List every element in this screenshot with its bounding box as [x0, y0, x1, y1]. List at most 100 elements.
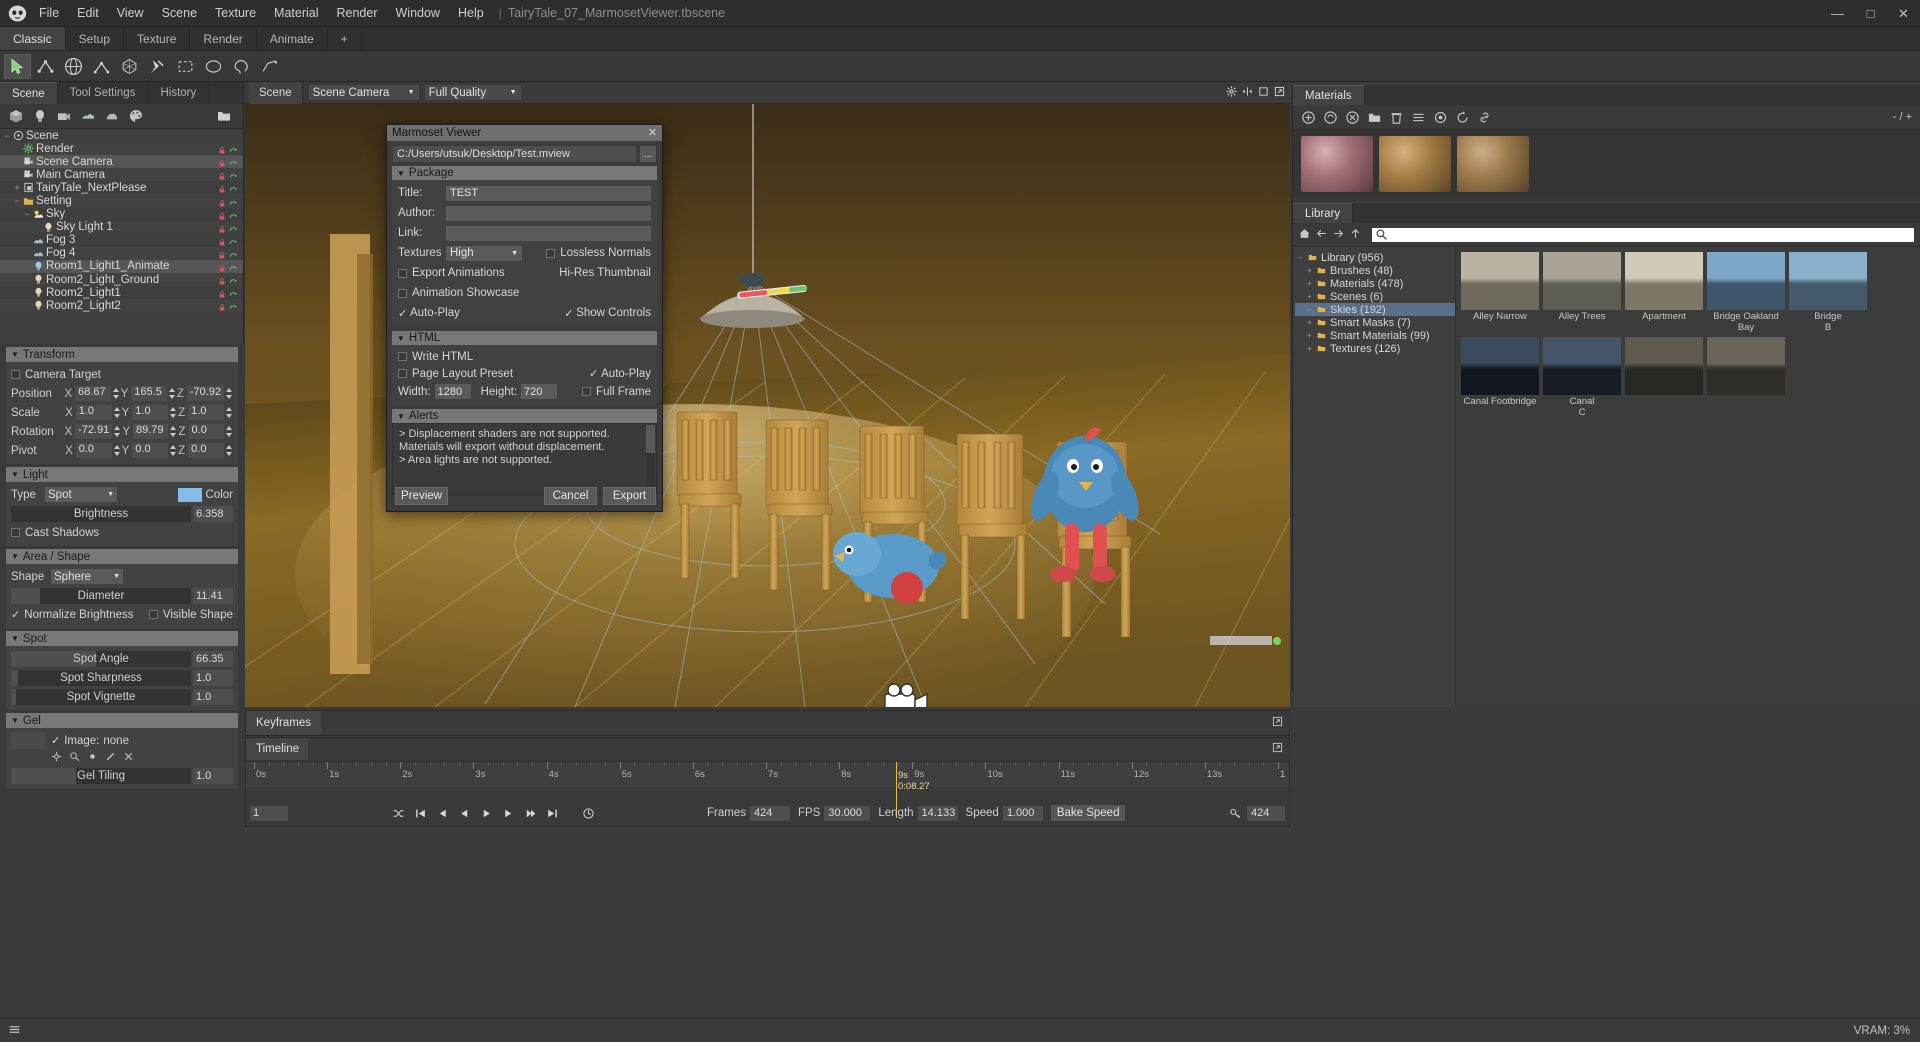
shuffle-icon[interactable] — [388, 804, 410, 822]
tab-setup[interactable]: Setup — [66, 27, 125, 50]
autoplay-checkbox[interactable]: ✓ Auto-Play — [398, 307, 460, 320]
add-mesh-icon[interactable] — [4, 105, 28, 127]
up-icon[interactable] — [1349, 227, 1362, 243]
list-material-icon[interactable] — [1407, 107, 1429, 128]
rotation-x-input[interactable]: -72.91 — [75, 424, 113, 439]
brightness-value[interactable]: 6.358 — [193, 505, 233, 522]
step-back-icon[interactable] — [432, 804, 454, 822]
scene-tree-item[interactable]: Main Camera — [0, 168, 243, 182]
position-z-input[interactable]: -70.92 — [186, 386, 225, 401]
scale-z-input[interactable]: 1.0 — [188, 405, 225, 420]
gel-target-icon[interactable] — [87, 751, 98, 765]
collapse-icon[interactable]: − — [1307, 305, 1316, 314]
folder-material-icon[interactable] — [1363, 107, 1385, 128]
lock-icon[interactable] — [218, 288, 226, 298]
tab-texture[interactable]: Texture — [124, 27, 191, 50]
library-thumbnail-image[interactable] — [1625, 252, 1703, 310]
visibility-icon[interactable] — [229, 249, 237, 258]
lock-icon[interactable] — [218, 183, 226, 193]
polygon-select-tool-icon[interactable] — [256, 54, 283, 79]
preview-button[interactable]: Preview — [395, 487, 448, 505]
material-swatch[interactable] — [1379, 136, 1451, 192]
add-fog-icon[interactable] — [76, 105, 100, 127]
marquee-select-tool-icon[interactable] — [172, 54, 199, 79]
translate-tool-icon[interactable] — [32, 54, 59, 79]
rotation-y-input[interactable]: 89.79 — [132, 424, 169, 439]
rotation-y-spinner[interactable] — [169, 425, 177, 439]
collapse-icon[interactable]: − — [12, 196, 22, 206]
visibility-icon[interactable] — [229, 157, 237, 166]
close-button[interactable]: ✕ — [1887, 0, 1920, 27]
position-z-spinner[interactable] — [225, 387, 233, 401]
select-tool-icon[interactable] — [4, 53, 31, 79]
viewport-settings-icon[interactable] — [1226, 85, 1237, 100]
lock-icon[interactable] — [218, 275, 226, 285]
visibility-icon[interactable] — [229, 197, 237, 206]
menu-view[interactable]: View — [108, 2, 153, 24]
delete-material-icon[interactable] — [1385, 107, 1407, 128]
output-path-input[interactable]: C:/Users/utsuk/Desktop/Test.mview — [393, 146, 636, 162]
library-thumbnail-image[interactable] — [1543, 337, 1621, 395]
clear-material-icon[interactable] — [1341, 107, 1363, 128]
lock-icon[interactable] — [218, 301, 226, 311]
expand-icon[interactable]: + — [1307, 318, 1316, 327]
library-thumbnail-image[interactable] — [1543, 252, 1621, 310]
library-tree-item[interactable]: − Skies (192) — [1295, 303, 1455, 316]
library-tree-item[interactable]: − Library (956) — [1295, 251, 1455, 264]
scene-tree-item[interactable]: Room2_Light_Ground — [0, 273, 243, 287]
library-thumbnail-item[interactable]: Bridge Oakland Bay — [1707, 252, 1785, 333]
library-search-input[interactable] — [1372, 227, 1914, 242]
menu-scene[interactable]: Scene — [153, 2, 206, 24]
expand-icon[interactable]: + — [1307, 266, 1316, 275]
preview-material-icon[interactable] — [1429, 107, 1451, 128]
gel-tiling-value[interactable]: 1.0 — [193, 767, 233, 784]
shape-dropdown[interactable]: Sphere ▼ — [51, 569, 123, 584]
tab-history[interactable]: History — [148, 82, 210, 104]
duplicate-material-icon[interactable] — [1319, 107, 1341, 128]
rotation-z-spinner[interactable] — [225, 425, 233, 439]
show-controls-checkbox[interactable]: ✓ Show Controls — [564, 307, 651, 320]
key-icon[interactable] — [1225, 804, 1247, 822]
spot-angle-value[interactable]: 66.35 — [193, 650, 233, 667]
marmoset-viewer-dialog[interactable]: Marmoset Viewer ✕ C:/Users/utsuk/Desktop… — [386, 124, 663, 512]
menu-edit[interactable]: Edit — [68, 2, 108, 24]
link-material-icon[interactable] — [1473, 107, 1495, 128]
scene-tree-item[interactable]: Fog 4 — [0, 246, 243, 260]
lock-icon[interactable] — [218, 249, 226, 259]
camera-target-checkbox[interactable] — [11, 370, 20, 379]
diameter-slider[interactable]: Diameter — [11, 587, 191, 604]
fps-value[interactable]: 30.000 — [824, 805, 871, 821]
position-y-input[interactable]: 165.5 — [131, 386, 167, 401]
alerts-log[interactable]: > Displacement shaders are not supported… — [392, 423, 657, 495]
menu-material[interactable]: Material — [265, 2, 327, 24]
lock-icon[interactable] — [218, 144, 226, 154]
speed-value[interactable]: 1.000 — [1002, 805, 1043, 821]
lock-icon[interactable] — [218, 197, 226, 207]
section-gel[interactable]: ▼ Gel — [6, 713, 238, 728]
section-light[interactable]: ▼ Light — [6, 467, 238, 482]
gel-image-check-icon[interactable]: ✓ — [51, 734, 60, 747]
add-sky-icon[interactable] — [100, 105, 124, 127]
visible-shape-checkbox[interactable] — [148, 610, 158, 619]
rotation-x-spinner[interactable] — [113, 425, 121, 439]
forward-icon[interactable] — [1332, 227, 1345, 243]
gel-settings-icon[interactable] — [51, 751, 62, 765]
collapse-icon[interactable]: − — [1298, 253, 1307, 262]
dialog-section-package[interactable]: ▼ Package — [392, 166, 657, 180]
keyframes-tab[interactable]: Keyframes — [246, 711, 321, 735]
play-reverse-icon[interactable] — [454, 804, 476, 822]
pivot-x-input[interactable]: 0.0 — [75, 443, 112, 458]
current-frame-input[interactable]: 1 — [250, 805, 288, 821]
ellipse-select-tool-icon[interactable] — [200, 54, 227, 79]
menu-help[interactable]: Help — [449, 2, 493, 24]
expand-icon[interactable]: + — [1307, 279, 1316, 288]
viewport-tab-scene[interactable]: Scene — [249, 81, 303, 104]
scene-tree-item[interactable]: Room2_Light1 — [0, 286, 243, 299]
section-spot[interactable]: ▼ Spot — [6, 631, 238, 646]
html-autoplay-checkbox[interactable]: ✓ Auto-Play — [589, 367, 651, 381]
viewport-popout-icon[interactable] — [1274, 86, 1285, 100]
section-transform[interactable]: ▼ Transform — [6, 347, 238, 362]
spot-angle-slider[interactable]: Spot Angle — [11, 650, 191, 667]
scene-tree-item[interactable]: − Setting — [0, 194, 243, 208]
pivot-y-spinner[interactable] — [169, 444, 177, 458]
